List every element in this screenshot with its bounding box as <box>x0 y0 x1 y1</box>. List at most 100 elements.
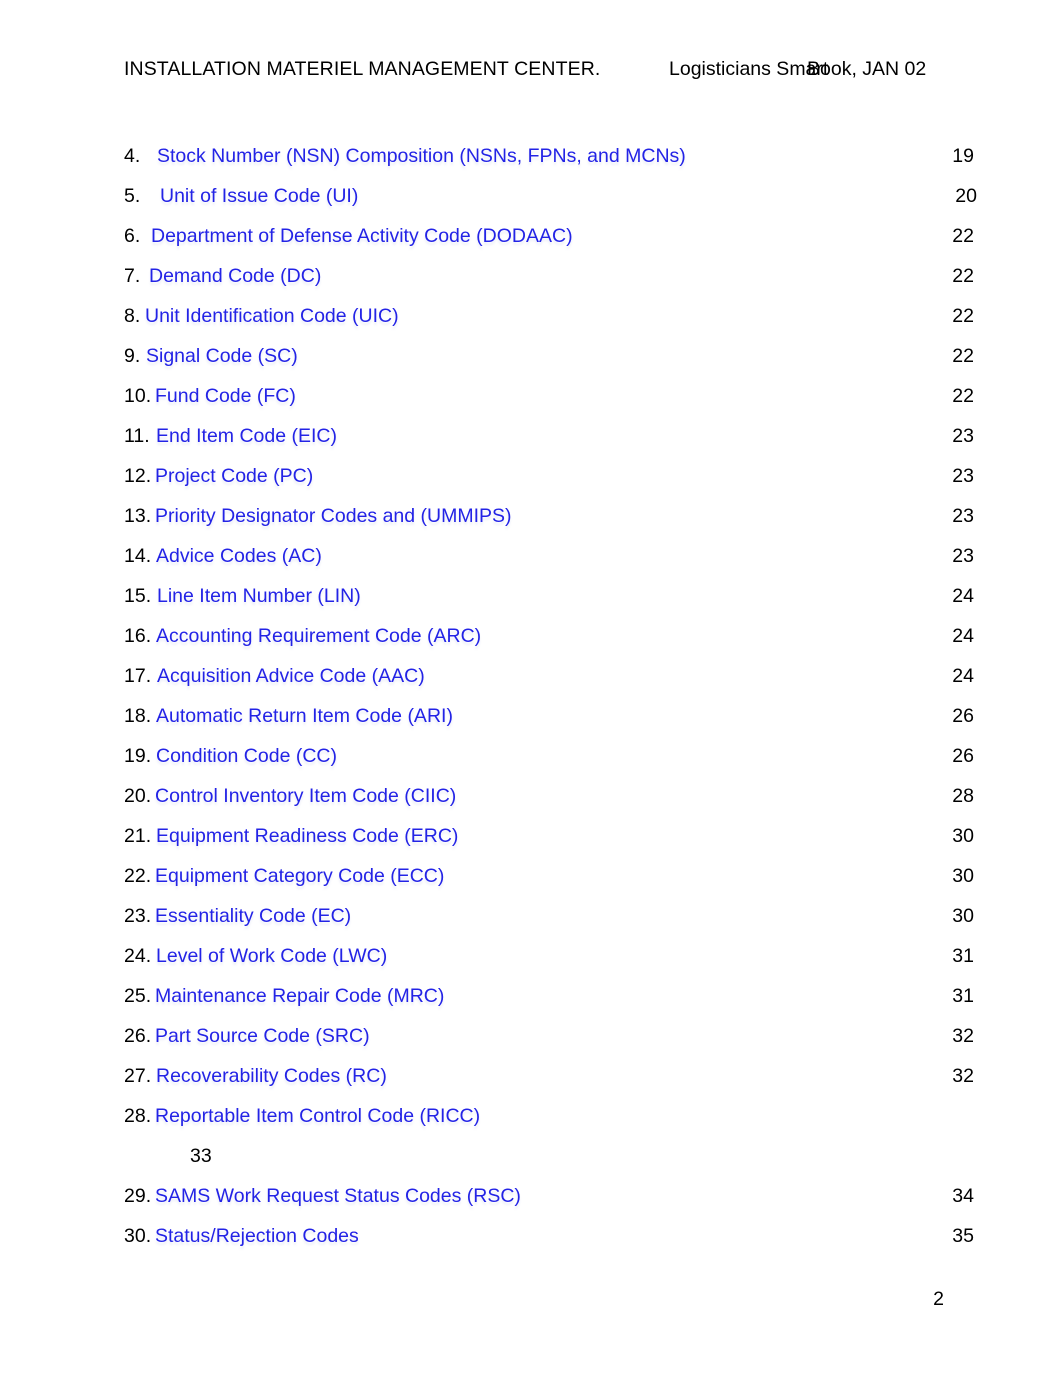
toc-entry-number: 20. <box>124 785 152 807</box>
header-left-title: INSTALLATION MATERIEL MANAGEMENT CENTER. <box>124 58 601 80</box>
toc-entry[interactable]: 20. Control Inventory Item Code (CIIC) 28 <box>124 776 974 816</box>
header-right-part1: Logisticians Smart <box>669 58 829 80</box>
toc-entry-number: 9. <box>124 345 141 367</box>
toc-entry[interactable]: 30. Status/Rejection Codes 35 <box>124 1216 974 1256</box>
toc-entry-link[interactable]: Fund Code (FC) <box>155 376 296 416</box>
toc-entry[interactable]: 28. Reportable Item Control Code (RICC) <box>124 1096 944 1136</box>
toc-entry-link[interactable]: Project Code (PC) <box>155 456 313 496</box>
toc-entry[interactable]: 5. Unit of Issue Code (UI) 20 <box>124 176 977 216</box>
toc-entry-link[interactable]: Stock Number (NSN) Composition (NSNs, FP… <box>157 136 686 176</box>
toc-entry-link[interactable]: Advice Codes (AC) <box>156 536 322 576</box>
toc-entry[interactable]: 16. Accounting Requirement Code (ARC) 24 <box>124 616 974 656</box>
toc-entry-page-number: 24 <box>952 665 974 687</box>
toc-entry-page-number: 35 <box>952 1225 974 1247</box>
toc-entry-number: 24. <box>124 945 152 967</box>
toc-entry-number: 11. <box>124 425 150 447</box>
toc-entry-link[interactable]: Acquisition Advice Code (AAC) <box>157 656 425 696</box>
toc-entry-link[interactable]: Essentiality Code (EC) <box>155 896 351 936</box>
toc-entry[interactable]: 23. Essentiality Code (EC) 30 <box>124 896 974 936</box>
toc-entry[interactable]: 8. Unit Identification Code (UIC) 22 <box>124 296 974 336</box>
toc-entry[interactable]: 4. Stock Number (NSN) Composition (NSNs, … <box>124 136 974 176</box>
toc-entry-number: 8. <box>124 305 141 327</box>
toc-entry[interactable]: 25. Maintenance Repair Code (MRC) 31 <box>124 976 974 1016</box>
toc-entry-link[interactable]: Equipment Readiness Code (ERC) <box>156 816 458 856</box>
footer-page-number: 2 <box>933 1288 944 1310</box>
toc-entry[interactable]: 15. Line Item Number (LIN) 24 <box>124 576 974 616</box>
toc-entry[interactable]: 12. Project Code (PC) 23 <box>124 456 974 496</box>
toc-entry-number: 12. <box>124 465 152 487</box>
toc-entry-link[interactable]: Demand Code (DC) <box>149 256 321 296</box>
toc-entry[interactable]: 21. Equipment Readiness Code (ERC) 30 <box>124 816 974 856</box>
toc-entry-number: 18. <box>124 705 152 727</box>
toc-entry-page-number: 26 <box>952 705 974 727</box>
toc-entry-page-number: 32 <box>952 1065 974 1087</box>
toc-entry[interactable]: 6. Department of Defense Activity Code (D… <box>124 216 974 256</box>
toc-entry[interactable]: 14. Advice Codes (AC) 23 <box>124 536 974 576</box>
toc-entry-link[interactable]: Equipment Category Code (ECC) <box>155 856 444 896</box>
toc-entry-page-number: 34 <box>952 1185 974 1207</box>
toc-entry[interactable]: 22. Equipment Category Code (ECC) 30 <box>124 856 974 896</box>
toc-entry[interactable]: 9. Signal Code (SC) 22 <box>124 336 974 376</box>
toc-entry-link[interactable]: Condition Code (CC) <box>156 736 337 776</box>
toc-entry[interactable]: 27. Recoverability Codes (RC) 32 <box>124 1056 974 1096</box>
toc-entry-number: 19. <box>124 745 152 767</box>
toc-entry-page-number: 23 <box>952 505 974 527</box>
toc-entry-link[interactable]: Unit of Issue Code (UI) <box>160 176 358 216</box>
toc-entry-number: 7. <box>124 265 141 287</box>
toc-entry-page-number: 22 <box>952 305 974 327</box>
toc-entry[interactable]: 17. Acquisition Advice Code (AAC) 24 <box>124 656 974 696</box>
toc-entry-link[interactable]: Priority Designator Codes and (UMMIPS) <box>155 496 512 536</box>
toc-entry-link[interactable]: End Item Code (EIC) <box>156 416 337 456</box>
toc-entry-link[interactable]: Recoverability Codes (RC) <box>156 1056 387 1096</box>
document-header: INSTALLATION MATERIEL MANAGEMENT CENTER.… <box>0 56 1062 86</box>
toc-entry[interactable]: 10. Fund Code (FC) 22 <box>124 376 974 416</box>
toc-entry-page-number: 22 <box>952 385 974 407</box>
header-right-part2: Book, JAN 02 <box>807 58 927 80</box>
toc-entry-number: 23. <box>124 905 152 927</box>
toc-entry-number: 5. <box>124 185 141 207</box>
toc-entry-link[interactable]: SAMS Work Request Status Codes (RSC) <box>155 1176 521 1216</box>
toc-entry-link[interactable]: Level of Work Code (LWC) <box>156 936 387 976</box>
toc-entry-page-number: 30 <box>952 905 974 927</box>
toc-entry[interactable]: 26. Part Source Code (SRC) 32 <box>124 1016 974 1056</box>
toc-entry-link[interactable]: Maintenance Repair Code (MRC) <box>155 976 444 1016</box>
toc-entry-page-number: 22 <box>952 345 974 367</box>
toc-entry[interactable]: 19. Condition Code (CC) 26 <box>124 736 974 776</box>
toc-entry-link[interactable]: Automatic Return Item Code (ARI) <box>156 696 453 736</box>
toc-entry-page-number: 19 <box>952 145 974 167</box>
toc-entry-link[interactable]: Accounting Requirement Code (ARC) <box>156 616 481 656</box>
toc-entry-link[interactable]: Reportable Item Control Code (RICC) <box>155 1096 480 1136</box>
toc-entry-link[interactable]: Part Source Code (SRC) <box>155 1016 370 1056</box>
toc-entry-number: 6. <box>124 225 141 247</box>
toc-entry[interactable]: 29. SAMS Work Request Status Codes (RSC) 3… <box>124 1176 974 1216</box>
toc-entry[interactable]: 18. Automatic Return Item Code (ARI) 26 <box>124 696 974 736</box>
toc-entry-page-number: 24 <box>952 585 974 607</box>
toc-entry-link[interactable]: Department of Defense Activity Code (DOD… <box>151 216 573 256</box>
toc-entry-page-number: 23 <box>952 545 974 567</box>
toc-entry-link[interactable]: Status/Rejection Codes <box>155 1216 359 1256</box>
toc-entry-link[interactable]: Unit Identification Code (UIC) <box>145 296 399 336</box>
document-page: INSTALLATION MATERIEL MANAGEMENT CENTER.… <box>0 0 1062 1376</box>
toc-entry-number: 22. <box>124 865 152 887</box>
toc-entry[interactable]: 13. Priority Designator Codes and (UMMIPS… <box>124 496 974 536</box>
toc-entry-number: 28. <box>124 1105 152 1127</box>
toc-entry[interactable]: 7. Demand Code (DC) 22 <box>124 256 974 296</box>
toc-entry-number: 21. <box>124 825 152 847</box>
toc-entry-number: 4. <box>124 145 141 167</box>
toc-entry-number: 10. <box>124 385 152 407</box>
toc-entry-page-number: 30 <box>952 825 974 847</box>
toc-entry-link[interactable]: Line Item Number (LIN) <box>157 576 361 616</box>
toc-entry-number: 16. <box>124 625 152 647</box>
toc-entry-number: 13. <box>124 505 152 527</box>
toc-entry[interactable]: 24. Level of Work Code (LWC) 31 <box>124 936 974 976</box>
toc-continuation-page-number: 33 <box>190 1145 212 1167</box>
toc-entry-page-number: 31 <box>952 985 974 1007</box>
toc-entry-link[interactable]: Signal Code (SC) <box>146 336 298 376</box>
toc-entry-link[interactable]: Control Inventory Item Code (CIIC) <box>155 776 456 816</box>
toc-entry-page-number: 32 <box>952 1025 974 1047</box>
toc-entry-page-number: 24 <box>952 625 974 647</box>
toc-entry[interactable]: 11. End Item Code (EIC) 23 <box>124 416 974 456</box>
toc-entry-number: 29. <box>124 1185 152 1207</box>
toc-entry-page-number: 23 <box>952 465 974 487</box>
toc-entry-page-number: 26 <box>952 745 974 767</box>
